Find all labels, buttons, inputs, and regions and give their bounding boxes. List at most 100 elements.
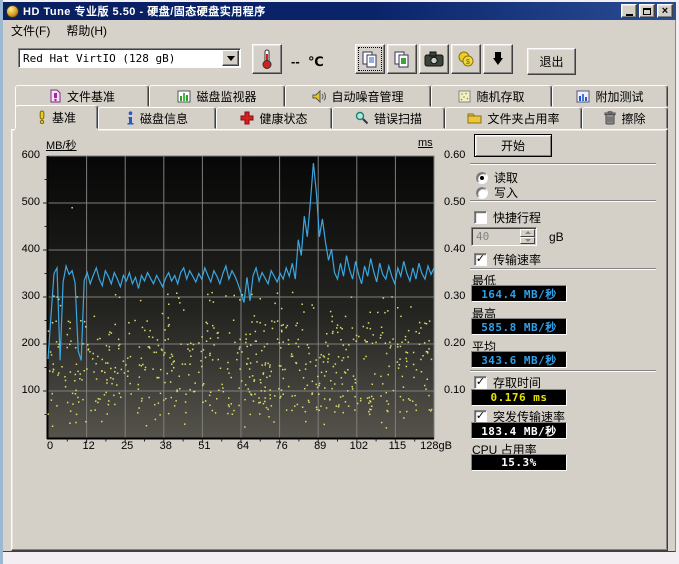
drive-select[interactable]: Red Hat VirtIO (128 gB) bbox=[18, 48, 241, 68]
noise-management-icon bbox=[312, 90, 326, 103]
start-button[interactable]: 开始 bbox=[474, 134, 552, 157]
write-radio[interactable] bbox=[476, 187, 488, 199]
erase-icon bbox=[604, 111, 616, 125]
title-bar: HD Tune 专业版 5.50 - 硬盘/固态硬盘实用程序 × bbox=[3, 2, 676, 20]
tab-file-benchmark[interactable]: 文件基准 bbox=[15, 85, 149, 107]
menu-file[interactable]: 文件(F) bbox=[3, 20, 58, 41]
menu-help[interactable]: 帮助(H) bbox=[58, 20, 115, 41]
tab-label: 基准 bbox=[52, 109, 76, 126]
exit-button[interactable]: 退出 bbox=[527, 48, 576, 75]
benchmark-icon bbox=[37, 110, 47, 124]
tab-folder-usage[interactable]: 文件夹占用率 bbox=[445, 107, 582, 129]
app-icon bbox=[6, 5, 19, 18]
chevron-up-icon bbox=[525, 231, 531, 234]
tab-label: 附加测试 bbox=[595, 88, 643, 105]
separator bbox=[470, 268, 656, 270]
folder-usage-icon bbox=[467, 112, 482, 124]
chevron-down-icon bbox=[525, 239, 531, 242]
disk-info-icon bbox=[126, 111, 135, 125]
extra-tests-icon bbox=[576, 90, 590, 103]
chevron-down-icon bbox=[227, 56, 235, 61]
donate-button[interactable]: $ bbox=[451, 44, 481, 74]
menu-bar: 文件(F) 帮助(H) bbox=[3, 20, 675, 40]
tab-error-scan[interactable]: 错误扫描 bbox=[332, 107, 445, 129]
burst-rate-display: 183.4 MB/秒 bbox=[471, 422, 567, 439]
error-scan-icon bbox=[355, 111, 369, 125]
tab-row-back: 文件基准 磁盘监视器 自动噪音管理 随机存取 附加测试 bbox=[15, 85, 668, 107]
separator bbox=[470, 200, 656, 202]
right-axis-unit: ms bbox=[418, 137, 433, 149]
disk-monitor-icon bbox=[177, 90, 191, 103]
window-title: HD Tune 专业版 5.50 - 硬盘/固态硬盘实用程序 bbox=[23, 3, 266, 19]
tab-label: 随机存取 bbox=[476, 88, 524, 105]
tab-erase[interactable]: 擦除 bbox=[582, 107, 668, 129]
dropdown-arrow-button[interactable] bbox=[222, 50, 239, 66]
maximize-button[interactable] bbox=[639, 4, 655, 18]
tab-label: 错误扫描 bbox=[374, 110, 422, 127]
tab-label: 磁盘监视器 bbox=[196, 88, 256, 105]
tab-health[interactable]: 健康状态 bbox=[216, 107, 332, 129]
svg-text:$: $ bbox=[466, 59, 470, 66]
minimize-button[interactable] bbox=[621, 4, 637, 18]
copy-button[interactable] bbox=[355, 44, 385, 74]
copy-icon bbox=[361, 50, 379, 68]
short-stroke-label: 快捷行程 bbox=[493, 209, 541, 226]
screenshot-icon bbox=[424, 51, 444, 67]
save-icon bbox=[490, 50, 506, 68]
avg-value-display: 343.6 MB/秒 bbox=[471, 351, 567, 368]
tab-label: 磁盘信息 bbox=[140, 110, 188, 127]
stepper-up-button[interactable] bbox=[520, 229, 535, 237]
access-time-display: 0.176 ms bbox=[471, 389, 567, 406]
donate-icon: $ bbox=[457, 50, 475, 68]
tab-disk-monitor[interactable]: 磁盘监视器 bbox=[149, 85, 285, 107]
drive-select-value: Red Hat VirtIO (128 gB) bbox=[19, 52, 222, 65]
separator bbox=[470, 163, 656, 165]
separator bbox=[470, 370, 656, 372]
thermometer-icon bbox=[258, 48, 276, 70]
transfer-rate-row[interactable]: ✓ 传输速率 bbox=[474, 251, 541, 268]
capacity-stepper[interactable]: 40 bbox=[471, 227, 537, 246]
min-value-display: 164.4 MB/秒 bbox=[471, 285, 567, 302]
tab-label: 文件基准 bbox=[67, 88, 115, 105]
tab-disk-info[interactable]: 磁盘信息 bbox=[98, 107, 216, 129]
tab-label: 健康状态 bbox=[259, 110, 307, 127]
copy-image-icon bbox=[393, 50, 411, 68]
client-area: 文件(F) 帮助(H) Red Hat VirtIO (128 gB) -- ℃ bbox=[3, 20, 676, 552]
temperature-unit: ℃ bbox=[308, 54, 324, 70]
tab-label: 擦除 bbox=[621, 110, 645, 127]
capacity-value: 40 bbox=[472, 228, 520, 245]
close-button[interactable]: × bbox=[657, 4, 673, 18]
write-radio-label: 写入 bbox=[494, 184, 518, 201]
short-stroke-row[interactable]: 快捷行程 bbox=[474, 209, 541, 226]
save-button[interactable] bbox=[483, 44, 513, 74]
access-time-checkbox[interactable]: ✓ bbox=[474, 376, 487, 389]
read-radio[interactable] bbox=[476, 172, 488, 184]
tab-benchmark[interactable]: 基准 bbox=[15, 105, 98, 129]
transfer-rate-label: 传输速率 bbox=[493, 251, 541, 268]
random-access-icon bbox=[458, 90, 471, 103]
screenshot-button[interactable] bbox=[419, 44, 449, 74]
tab-random-access[interactable]: 随机存取 bbox=[431, 85, 552, 107]
cpu-usage-display: 15.3% bbox=[471, 454, 567, 471]
copy-image-button[interactable] bbox=[387, 44, 417, 74]
tab-row-front: 基准 磁盘信息 健康状态 错误扫描 文件夹占用率 bbox=[15, 107, 668, 129]
write-radio-row[interactable]: 写入 bbox=[476, 184, 518, 201]
tab-label: 自动噪音管理 bbox=[331, 88, 403, 105]
temperature-value: -- bbox=[291, 54, 300, 69]
tab-noise-management[interactable]: 自动噪音管理 bbox=[285, 85, 431, 107]
tab-label: 文件夹占用率 bbox=[487, 110, 559, 127]
short-stroke-checkbox[interactable] bbox=[474, 211, 487, 224]
capacity-unit: gB bbox=[549, 230, 564, 244]
max-value-display: 585.8 MB/秒 bbox=[471, 318, 567, 335]
health-icon bbox=[240, 111, 254, 125]
minimize-icon bbox=[626, 14, 633, 16]
tab-extra-tests[interactable]: 附加测试 bbox=[552, 85, 668, 107]
benchmark-panel: MB/秒 ms 600500400300200100 0.600.500.400… bbox=[11, 129, 668, 551]
stepper-down-button[interactable] bbox=[520, 237, 535, 245]
file-benchmark-icon bbox=[49, 89, 62, 103]
maximize-icon bbox=[643, 8, 651, 15]
benchmark-chart bbox=[40, 150, 438, 444]
temperature-button[interactable] bbox=[252, 44, 282, 74]
close-icon: × bbox=[662, 6, 668, 16]
transfer-rate-checkbox[interactable]: ✓ bbox=[474, 253, 487, 266]
